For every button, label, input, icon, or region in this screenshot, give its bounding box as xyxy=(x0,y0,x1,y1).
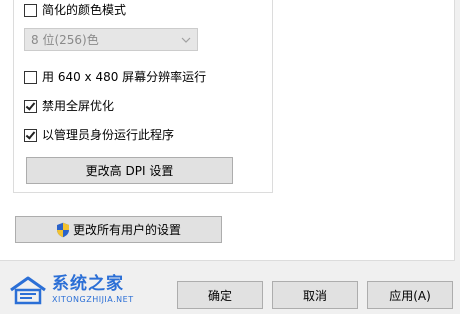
change-dpi-settings-button[interactable]: 更改高 DPI 设置 xyxy=(26,157,233,184)
watermark-cn-text: 系统之家 xyxy=(52,274,124,294)
run-640x480-label: 用 640 x 480 屏幕分辨率运行 xyxy=(42,70,207,84)
reduced-color-mode-checkbox[interactable] xyxy=(24,3,37,17)
disable-fullscreen-optimization-option[interactable]: 禁用全屏优化 xyxy=(24,98,114,114)
run-as-admin-checkbox[interactable] xyxy=(24,128,37,142)
color-mode-select-value: 8 位(256)色 xyxy=(31,33,99,47)
disable-fullscreen-optimization-label: 禁用全屏优化 xyxy=(42,99,115,113)
apply-button[interactable]: 应用(A) xyxy=(367,281,453,309)
color-mode-select[interactable]: 8 位(256)色 xyxy=(24,28,198,51)
ok-button[interactable]: 确定 xyxy=(177,281,263,309)
disable-fullscreen-optimization-checkbox[interactable] xyxy=(24,99,37,113)
run-640x480-checkbox[interactable] xyxy=(24,70,37,84)
change-all-users-settings-label: 更改所有用户的设置 xyxy=(72,223,181,237)
watermark-text: 系统之家 XITONGZHIJIA.NET xyxy=(52,276,134,304)
run-as-admin-label: 以管理员身份运行此程序 xyxy=(42,128,175,142)
run-640x480-option[interactable]: 用 640 x 480 屏幕分辨率运行 xyxy=(24,69,206,85)
reduced-color-mode-option[interactable]: 简化的颜色模式 xyxy=(24,2,126,18)
watermark-logo: 系统之家 XITONGZHIJIA.NET xyxy=(8,270,168,310)
house-logo-icon xyxy=(10,276,46,305)
chevron-down-icon xyxy=(181,37,191,43)
reduced-color-mode-label: 简化的颜色模式 xyxy=(42,3,127,17)
watermark-en-text: XITONGZHIJIA.NET xyxy=(52,295,134,304)
change-all-users-settings-button[interactable]: 更改所有用户的设置 xyxy=(15,216,222,243)
uac-shield-icon xyxy=(56,222,69,237)
cancel-button[interactable]: 取消 xyxy=(272,281,358,309)
run-as-admin-option[interactable]: 以管理员身份运行此程序 xyxy=(24,127,174,143)
